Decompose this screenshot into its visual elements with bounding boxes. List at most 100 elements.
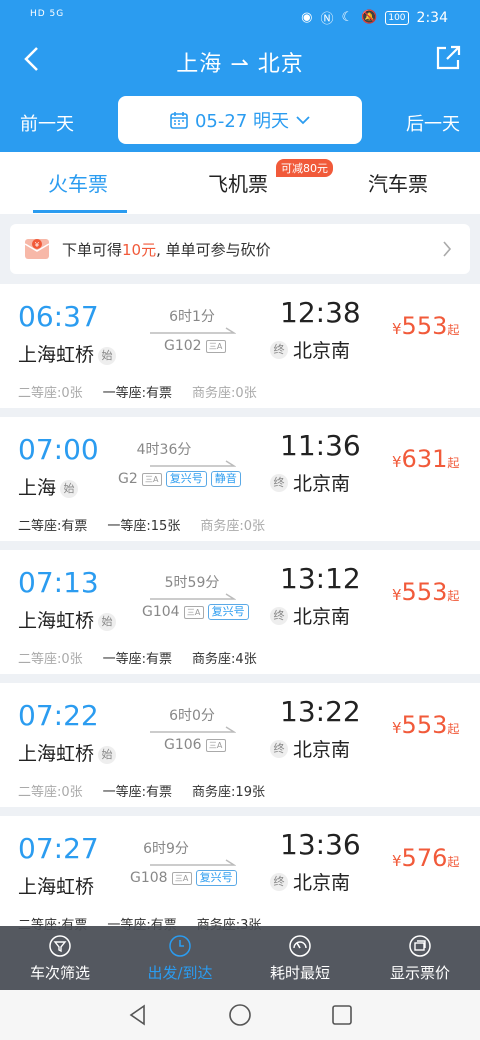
trip-duration: 6时1分 [169,309,215,325]
train-number: G106 [164,737,202,753]
show-price-button[interactable]: 显示票价 [360,926,480,990]
arrival-time: 13:22 [280,695,361,728]
train-number: G2 [118,471,138,487]
departure-time: 07:00 [18,433,99,466]
nav-recents-icon[interactable] [330,1003,354,1027]
arrow-right-icon [150,726,236,733]
departure-station: 上海虹桥始 [18,606,117,633]
train-card[interactable]: 06:37 上海虹桥始 6时1分 G102 三A 12:38 终北京南 ¥553起 二等座:0张… [0,284,480,408]
seat-availability: 商务座:0张 [192,386,257,401]
terminal-tag: 终 [270,340,288,359]
arrival-time: 13:12 [280,562,361,595]
clock-icon [169,935,191,957]
seat-availability: 二等座:0张 [18,386,83,401]
seat-summary: 二等座:0张 一等座:有票 商务座:4张 [18,648,277,667]
bottom-action-bar: 车次筛选 出发/到达 耗时最短 显示票价 [0,926,480,990]
e-ticket-icon: 三A [171,871,192,885]
promo-highlight: 10元 [122,240,157,259]
trip-duration: 5时59分 [164,575,220,591]
tab-train[interactable]: 火车票 [48,168,108,197]
departure-station: 上海虹桥始 [18,340,117,367]
promo-text: 下单可得10元, 单单可参与砍价 [62,240,271,259]
train-number-row: G2 三A 复兴号 静音 [118,471,241,487]
ticket-price: ¥576起 [392,844,460,872]
seat-availability: 一等座:有票 [102,652,173,667]
departure-time: 07:27 [18,832,99,865]
train-badge: 复兴号 [195,870,237,886]
terminal-tag: 终 [270,473,288,492]
seat-availability: 一等座:15张 [107,519,181,534]
arrival-station: 终北京南 [270,868,350,895]
arrival-station: 终北京南 [270,336,350,363]
train-number: G108 [130,870,168,886]
train-badge: 静音 [210,471,241,487]
origin-tag: 始 [98,612,117,631]
nav-back-icon[interactable] [126,1003,150,1027]
sort-by-duration-button[interactable]: 耗时最短 [240,926,360,990]
seat-availability: 二等座:0张 [18,652,83,667]
arrival-station: 终北京南 [270,469,350,496]
train-card[interactable]: 07:00 上海始 4时36分 G2 三A 复兴号 静音 11:36 终北京南 ¥631起 二等座:… [0,417,480,541]
tab-plane[interactable]: 飞机票 [208,168,268,197]
status-bar: HD 5G ◉ Ⓝ ☾ 🔕 100 2:34 [0,0,480,36]
seat-availability: 二等座:0张 [18,785,83,800]
arrow-right-icon [150,327,236,334]
arrival-time: 12:38 [280,296,361,329]
departure-time: 07:13 [18,566,99,599]
departure-station: 上海虹桥 [18,876,95,898]
trip-duration: 4时36分 [136,442,192,458]
arrow-right-icon [150,593,236,600]
network-indicator: HD 5G [30,9,65,19]
terminal-tag: 终 [270,739,288,758]
terminal-tag: 终 [270,872,288,891]
train-number: G102 [164,338,202,354]
origin-tag: 始 [98,346,117,365]
trip-duration: 6时9分 [143,841,189,857]
seat-availability: 商务座:19张 [192,785,265,800]
trip-duration: 6时0分 [169,708,215,724]
train-card[interactable]: 07:13 上海虹桥始 5时59分 G104 三A 复兴号 13:12 终北京南 ¥553起 二等… [0,550,480,674]
header: 上海 ⇀ 北京 前一天 05-27 明天 后一天 [0,36,480,152]
terminal-tag: 终 [270,606,288,625]
ticket-price: ¥553起 [392,711,460,739]
seat-availability: 一等座:有票 [102,785,173,800]
prev-day-button[interactable]: 前一天 [20,110,74,136]
ticket-price-icon [409,935,431,957]
train-card[interactable]: 07:22 上海虹桥始 6时0分 G106 三A 13:22 终北京南 ¥553起二等座:0张… [0,683,480,807]
active-tab-indicator [33,210,127,213]
train-number-row: G104 三A 复兴号 [142,604,249,620]
arrival-station: 终北京南 [270,735,350,762]
train-number-row: G102 三A [164,338,226,354]
e-ticket-icon: 三A [183,605,204,619]
train-badge: 复兴号 [165,471,207,487]
nav-home-icon[interactable] [228,1003,252,1027]
date-selector[interactable]: 05-27 明天 [118,96,362,144]
departure-station: 上海虹桥始 [18,739,117,766]
seat-availability: 二等座:有票 [18,519,88,534]
train-badge: 复兴号 [207,604,249,620]
e-ticket-icon: 三A [205,339,226,353]
ticket-price: ¥553起 [392,578,460,606]
system-nav-bar [0,990,480,1040]
promo-banner[interactable]: ¥ 下单可得10元, 单单可参与砍价 [10,224,470,274]
departure-time: 07:22 [18,699,99,732]
train-card[interactable]: 07:27上海虹桥6时9分G108三A复兴号13:36终北京南¥576起二等座:… [0,816,480,940]
tab-bus[interactable]: 汽车票 [368,168,428,197]
battery-icon: 100 [385,10,409,25]
departure-time: 06:37 [18,300,99,333]
e-ticket-icon: 三A [205,738,226,752]
share-icon[interactable] [432,42,464,74]
chevron-down-icon [296,116,310,125]
mute-icon: 🔕 [361,10,378,25]
seat-summary: 二等座:0张 一等座:有票 商务座:0张 [18,382,277,401]
filter-trains-button[interactable]: 车次筛选 [0,926,120,990]
next-day-button[interactable]: 后一天 [406,110,460,136]
train-number-row: G106 三A [164,737,226,753]
transport-tabs: 火车票 飞机票 可减80元 汽车票 [0,152,480,214]
speed-icon [289,935,311,957]
origin-tag: 始 [98,745,117,764]
chevron-right-icon [443,241,452,257]
seat-availability: 商务座:0张 [200,519,265,534]
ticket-price: ¥631起 [392,445,460,473]
sort-by-time-button[interactable]: 出发/到达 [120,926,240,990]
